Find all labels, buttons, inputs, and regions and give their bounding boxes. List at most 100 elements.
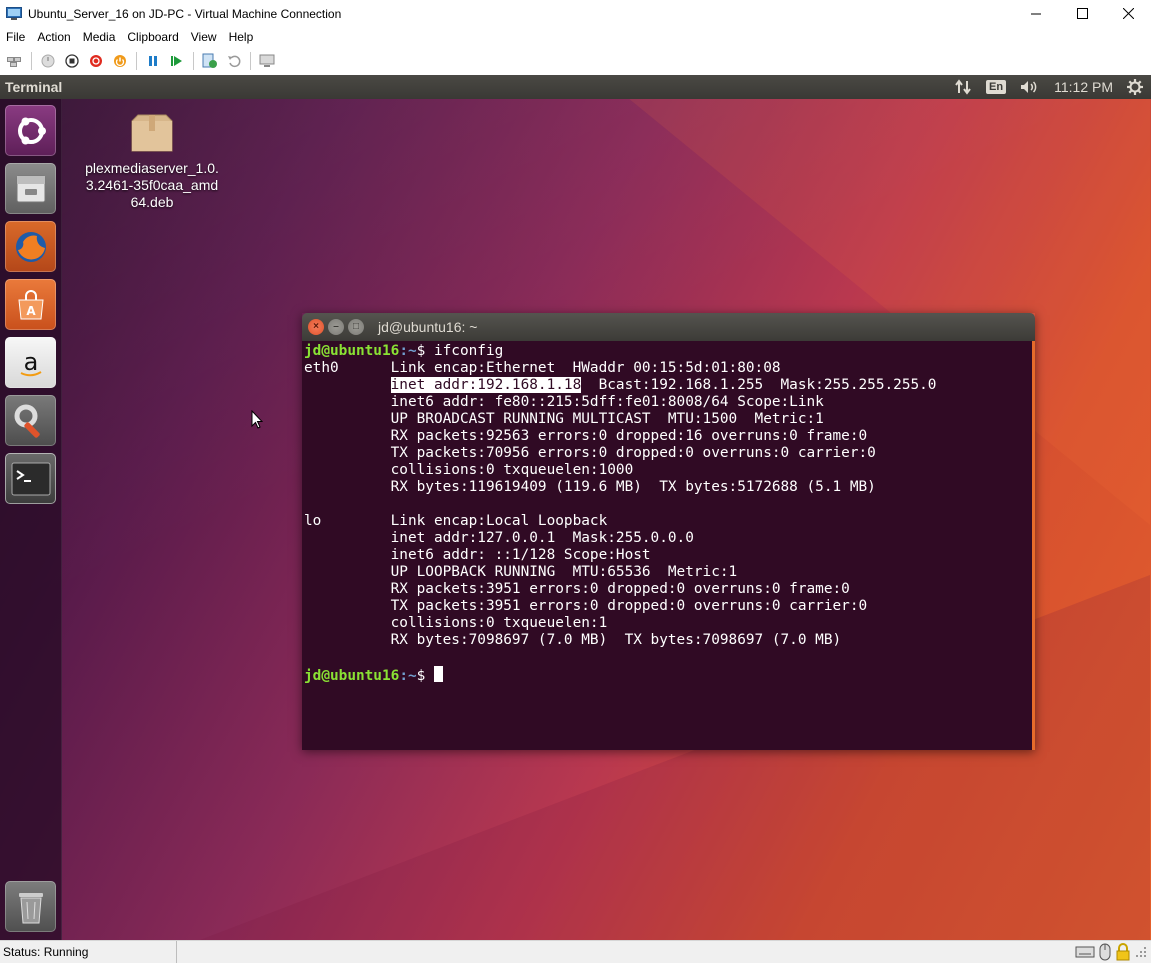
output-line: RX bytes:7098697 (7.0 MB) TX bytes:70986… [390, 632, 842, 648]
launcher-amazon[interactable]: a [5, 337, 56, 388]
package-icon [131, 114, 173, 152]
start-button[interactable] [38, 51, 58, 71]
menu-file[interactable]: File [0, 27, 31, 47]
minimize-icon [1030, 13, 1041, 15]
turn-off-button[interactable] [62, 51, 82, 71]
prompt-symbol: $ [416, 343, 426, 359]
pause-icon [149, 56, 157, 66]
svg-text:A: A [26, 304, 36, 318]
output-line: RX packets:92563 errors:0 dropped:16 ove… [390, 428, 868, 444]
output-line: inet6 addr: ::1/128 Scope:Host [390, 547, 651, 563]
output-line: UP LOOPBACK RUNNING MTU:65536 Metric:1 [390, 564, 738, 580]
toolbar-separator [193, 52, 194, 70]
status-icons [1075, 943, 1147, 961]
menu-help[interactable]: Help [223, 27, 260, 47]
keyboard-language-indicator[interactable]: En [986, 80, 1007, 94]
terminal-output[interactable]: jd@ubuntu16:~$ ifconfig eth0 Link encap:… [302, 341, 1035, 750]
ubuntu-logo-icon [17, 117, 46, 144]
output-line: TX packets:3951 errors:0 dropped:0 overr… [390, 598, 868, 614]
unity-launcher: A a [0, 99, 62, 940]
close-button[interactable] [1105, 0, 1151, 27]
window-controls [1013, 0, 1151, 27]
output-line: inet addr:127.0.0.1 Mask:255.0.0.0 [390, 530, 694, 546]
launcher-terminal[interactable] [5, 453, 56, 504]
toolbar-separator [250, 52, 251, 70]
ctrl-alt-del-icon [7, 57, 21, 67]
indicator-area: En 11:12 PM [954, 75, 1143, 99]
window-title: Ubuntu_Server_16 on JD-PC - Virtual Mach… [28, 6, 342, 21]
menu-view[interactable]: View [185, 27, 223, 47]
start-icon [41, 54, 55, 68]
maximize-button[interactable] [1059, 0, 1105, 27]
prompt-symbol: $ [416, 668, 426, 684]
output-line: collisions:0 txqueuelen:1 [390, 615, 608, 631]
maximize-icon: □ [352, 321, 360, 332]
ctrl-alt-del-button[interactable] [5, 51, 25, 71]
resize-grip-icon[interactable] [1135, 946, 1147, 958]
turn-off-icon [65, 54, 79, 68]
menubar: File Action Media Clipboard View Help [0, 27, 1151, 47]
trash-icon [18, 892, 43, 923]
command-text: ifconfig [425, 343, 504, 359]
save-icon [114, 55, 126, 67]
launcher-system-settings[interactable] [5, 395, 56, 446]
revert-button[interactable] [224, 51, 244, 71]
vm-status: Status: Running [0, 940, 177, 963]
terminal-close-button[interactable]: × [308, 319, 324, 335]
terminal-window[interactable]: × – □ jd@ubuntu16: ~ jd@ubuntu16:~$ ifco… [302, 313, 1035, 750]
launcher-trash[interactable] [5, 881, 56, 932]
terminal-cursor [433, 666, 443, 682]
prompt-path: :~ [399, 668, 417, 684]
terminal-minimize-button[interactable]: – [328, 319, 344, 335]
desktop-file-label: plexmediaserver_1.0.3.2461-35f0caa_amd64… [85, 160, 219, 210]
svg-text:a: a [23, 348, 38, 376]
checkpoint-icon [202, 53, 217, 68]
close-icon [1122, 8, 1134, 19]
terminal-titlebar[interactable]: × – □ jd@ubuntu16: ~ [302, 313, 1035, 341]
reset-button[interactable] [167, 51, 187, 71]
statusbar: Status: Running [0, 940, 1151, 963]
volume-icon[interactable] [1020, 80, 1040, 94]
enhanced-session-icon [259, 54, 275, 67]
keyboard-icon [1075, 946, 1095, 958]
save-button[interactable] [110, 51, 130, 71]
launcher-files[interactable] [5, 163, 56, 214]
mouse-icon [1099, 943, 1111, 961]
files-icon [16, 175, 45, 202]
gear-icon[interactable] [1127, 79, 1143, 95]
network-icon[interactable] [954, 79, 972, 95]
prompt-user: jd@ubuntu16 [304, 343, 400, 359]
menu-clipboard[interactable]: Clipboard [121, 27, 184, 47]
pause-button[interactable] [143, 51, 163, 71]
guest-desktop[interactable]: Terminal En 11:12 PM A a plexmediaserver… [0, 75, 1151, 940]
terminal-icon [11, 462, 50, 495]
output-line: TX packets:70956 errors:0 dropped:0 over… [390, 445, 876, 461]
prompt-path: :~ [399, 343, 417, 359]
output-line: inet6 addr: fe80::215:5dff:fe01:8008/64 … [390, 394, 824, 410]
launcher-software-center[interactable]: A [5, 279, 56, 330]
maximize-icon [1076, 8, 1088, 19]
iface-name: eth0 [304, 360, 339, 376]
desktop-file-icon[interactable]: plexmediaserver_1.0.3.2461-35f0caa_amd64… [85, 113, 219, 211]
terminal-maximize-button[interactable]: □ [348, 319, 364, 335]
menu-media[interactable]: Media [77, 27, 122, 47]
launcher-firefox[interactable] [5, 221, 56, 272]
output-line: collisions:0 txqueuelen:1000 [390, 462, 634, 478]
highlighted-inet-addr: inet addr:192.168.1.18 [390, 377, 582, 393]
iface-name: lo [304, 513, 322, 529]
enhanced-session-button[interactable] [257, 51, 277, 71]
output-line: Bcast:192.168.1.255 Mask:255.255.255.0 [581, 377, 937, 393]
revert-icon [228, 55, 241, 68]
minimize-button[interactable] [1013, 0, 1059, 27]
output-line: RX bytes:119619409 (119.6 MB) TX bytes:5… [390, 479, 876, 495]
checkpoint-button[interactable] [200, 51, 220, 71]
mouse-pointer-icon [251, 410, 263, 429]
output-line: Link encap:Ethernet HWaddr 00:15:5d:01:8… [390, 360, 781, 376]
menu-action[interactable]: Action [31, 27, 76, 47]
toolbar [0, 47, 1151, 75]
system-settings-icon [14, 404, 40, 438]
clock[interactable]: 11:12 PM [1054, 79, 1113, 95]
window-titlebar: Ubuntu_Server_16 on JD-PC - Virtual Mach… [0, 0, 1151, 27]
shut-down-button[interactable] [86, 51, 106, 71]
launcher-dash[interactable] [5, 105, 56, 156]
